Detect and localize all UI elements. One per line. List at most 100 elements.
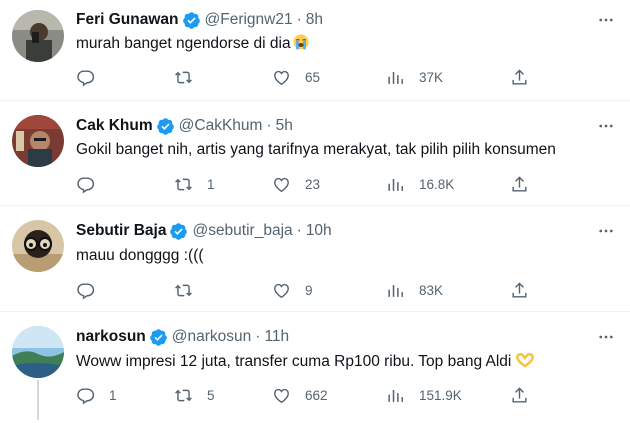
timestamp[interactable]: 10h: [306, 222, 332, 240]
reply-button[interactable]: [76, 173, 109, 195]
avatar[interactable]: [12, 220, 64, 272]
share-button[interactable]: [510, 173, 529, 195]
more-options-icon[interactable]: [596, 327, 616, 347]
view-count: 16.8K: [419, 176, 455, 192]
avatar[interactable]: [12, 115, 64, 167]
tweet-header: narkosun @narkosun · 11h: [76, 326, 289, 348]
view-count: 151.9K: [419, 387, 462, 403]
tweet-text-content: murah banget ngendorse di dia: [76, 35, 291, 52]
retweet-count: 1: [207, 176, 215, 192]
view-count: 83K: [419, 282, 444, 298]
more-options-icon[interactable]: [596, 221, 616, 241]
reply-feed: Feri Gunawan @Ferignw21 · 8h murah bange…: [0, 0, 630, 423]
tweet-header: Cak Khum @CakKhum · 5h: [76, 115, 293, 137]
separator-dot: ·: [296, 222, 302, 239]
verified-badge-icon: [169, 222, 188, 241]
retweet-icon: [175, 71, 192, 83]
retweet-button[interactable]: 5: [174, 384, 215, 406]
share-button[interactable]: [510, 279, 529, 301]
retweet-button[interactable]: 1: [174, 173, 215, 195]
timestamp[interactable]: 11h: [264, 328, 289, 346]
share-icon: [512, 68, 527, 85]
heart-icon: [274, 70, 289, 85]
tweet-actions: 9 83K: [76, 279, 536, 301]
user-handle[interactable]: @CakKhum: [179, 117, 263, 135]
display-name[interactable]: Feri Gunawan: [76, 11, 179, 29]
user-handle[interactable]: @Ferignw21: [205, 11, 293, 29]
more-options-icon[interactable]: [596, 116, 616, 136]
more-options-icon[interactable]: [596, 10, 616, 30]
tweet-header: Feri Gunawan @Ferignw21 · 8h: [76, 9, 323, 31]
reply-icon: [77, 69, 95, 86]
tweet-actions: 1 5 662 151.9K: [76, 384, 536, 406]
tweet-text: murah banget ngendorse di dia: [76, 34, 309, 54]
display-name[interactable]: Cak Khum: [76, 117, 153, 135]
reply-icon: [77, 282, 95, 299]
retweet-icon: [175, 178, 192, 190]
tweet-text-content: Gokil banget nih, artis yang tarifnya me…: [76, 141, 556, 158]
views-button[interactable]: 16.8K: [386, 173, 454, 195]
views-icon: [388, 389, 403, 402]
views-icon: [388, 178, 403, 191]
tweet-text: mauu dongggg :(((: [76, 246, 204, 266]
display-name[interactable]: narkosun: [76, 328, 146, 346]
thread-connector: [37, 380, 39, 420]
tweet[interactable]: Cak Khum @CakKhum · 5h Gokil banget nih,…: [0, 101, 630, 206]
views-button[interactable]: 83K: [386, 279, 443, 301]
like-count: 662: [305, 387, 328, 403]
tweet-text: Gokil banget nih, artis yang tarifnya me…: [76, 140, 556, 160]
reply-icon: [77, 176, 95, 193]
view-count: 37K: [419, 69, 444, 85]
reply-button[interactable]: [76, 279, 109, 301]
tweet-text-content: Woww impresi 12 juta, transfer cuma Rp10…: [76, 353, 512, 370]
timestamp[interactable]: 5h: [276, 117, 293, 135]
like-button[interactable]: 9: [272, 279, 313, 301]
tweet[interactable]: Feri Gunawan @Ferignw21 · 8h murah bange…: [0, 0, 630, 101]
like-count: 65: [305, 69, 321, 85]
heart-icon: [274, 177, 289, 192]
retweet-icon: [175, 284, 192, 296]
tweet-text-content: mauu dongggg :(((: [76, 247, 204, 264]
retweet-count: 5: [207, 387, 215, 403]
verified-badge-icon: [149, 328, 168, 347]
heart-hands-icon: [515, 352, 535, 368]
verified-badge-icon: [156, 117, 175, 136]
heart-icon: [274, 388, 289, 403]
views-icon: [388, 284, 403, 297]
separator-dot: ·: [255, 328, 261, 345]
tweet-header: Sebutir Baja @sebutir_baja · 10h: [76, 220, 332, 242]
avatar[interactable]: [12, 326, 64, 378]
views-button[interactable]: 37K: [386, 66, 443, 88]
tweet[interactable]: narkosun @narkosun · 11h Woww impresi 12…: [0, 312, 630, 423]
share-icon: [512, 281, 527, 298]
timestamp[interactable]: 8h: [306, 11, 323, 29]
share-icon: [512, 386, 527, 403]
display-name[interactable]: Sebutir Baja: [76, 222, 166, 240]
avatar[interactable]: [12, 10, 64, 62]
reply-icon: [77, 387, 95, 404]
retweet-button[interactable]: [174, 279, 207, 301]
reply-button[interactable]: [76, 66, 109, 88]
share-button[interactable]: [510, 384, 529, 406]
tweet[interactable]: Sebutir Baja @sebutir_baja · 10h mauu do…: [0, 206, 630, 312]
like-count: 9: [305, 282, 313, 298]
crying-face-icon: [293, 34, 309, 50]
heart-icon: [274, 283, 289, 298]
like-button[interactable]: 662: [272, 384, 328, 406]
separator-dot: ·: [266, 117, 272, 134]
reply-count: 1: [109, 387, 117, 403]
verified-badge-icon: [182, 11, 201, 30]
user-handle[interactable]: @narkosun: [172, 328, 252, 346]
views-button[interactable]: 151.9K: [386, 384, 462, 406]
tweet-text: Woww impresi 12 juta, transfer cuma Rp10…: [76, 352, 535, 372]
like-button[interactable]: 65: [272, 66, 320, 88]
user-handle[interactable]: @sebutir_baja: [192, 222, 292, 240]
tweet-actions: 65 37K: [76, 66, 536, 88]
reply-button[interactable]: 1: [76, 384, 117, 406]
retweet-button[interactable]: [174, 66, 207, 88]
share-button[interactable]: [510, 66, 529, 88]
like-button[interactable]: 23: [272, 173, 320, 195]
retweet-icon: [175, 389, 192, 401]
like-count: 23: [305, 176, 321, 192]
separator-dot: ·: [296, 11, 302, 28]
